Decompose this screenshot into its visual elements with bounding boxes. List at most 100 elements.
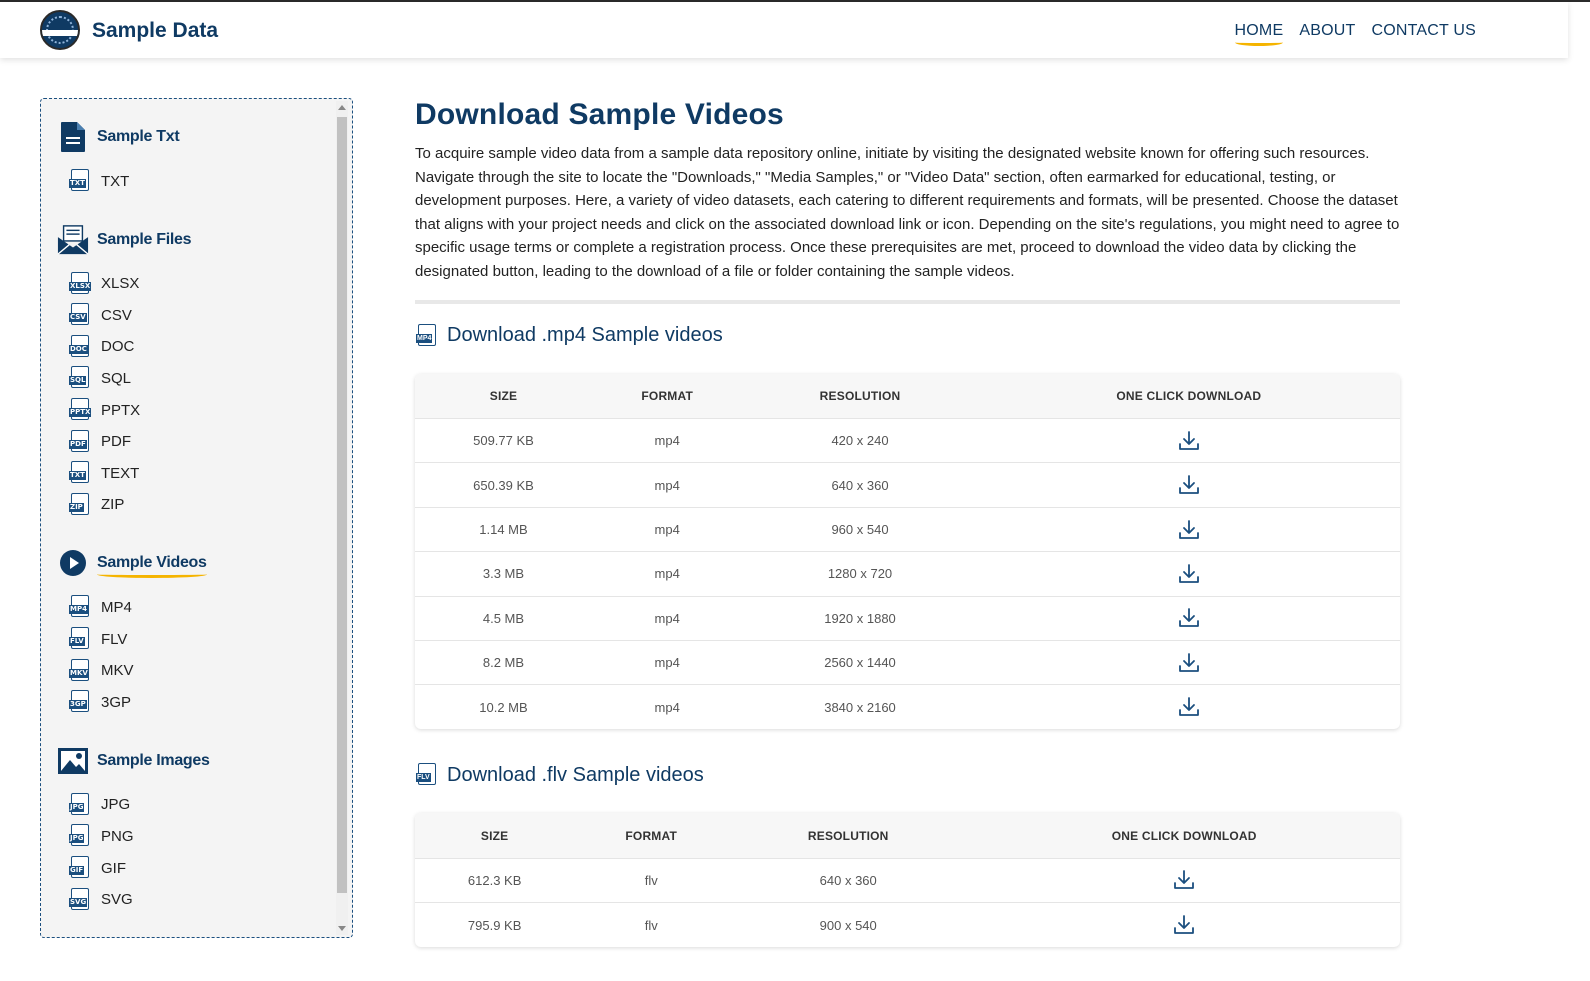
scroll-up-arrow-icon[interactable] [338, 105, 346, 110]
download-cell [968, 902, 1400, 948]
sidebar-item-xlsx[interactable]: XLSX XLSX [69, 271, 139, 296]
table-row: 1.14 MB mp4 960 x 540 [415, 506, 1400, 552]
file-tag: PPTX [69, 408, 92, 417]
section-title: MP4 Download .mp4 Sample videos [415, 323, 1400, 348]
sidebar-item-pptx[interactable]: PPTX PPTX [69, 398, 140, 422]
sidebar-item-mp4[interactable]: MP4 MP4 [69, 595, 132, 619]
table-cell: 4.5 MB [415, 595, 592, 641]
scroll-down-arrow-icon[interactable] [338, 926, 346, 931]
table-cell: mp4 [591, 506, 743, 552]
download-icon[interactable] [1178, 652, 1200, 674]
file-svg-icon: SVG [69, 887, 93, 912]
sidebar-item-flv[interactable]: FLV FLV [69, 627, 127, 651]
download-cell [977, 684, 1400, 730]
download-cell [977, 551, 1400, 597]
download-icon[interactable] [1173, 914, 1195, 936]
column-header: ONE CLICK DOWNLOAD [1116, 388, 1262, 403]
download-icon[interactable] [1178, 430, 1200, 452]
sidebar-group-sample-images[interactable]: Sample Images [57, 745, 210, 777]
file-tag: XLSX [69, 281, 92, 291]
downloads-table: SIZE FORMAT RESOLUTION ONE CLICK DOWNLOAD 50… [415, 373, 1400, 730]
divider [415, 299, 1400, 304]
sidebar-item-txt[interactable]: TXT TXT [69, 169, 129, 193]
table-cell: 8.2 MB [415, 640, 592, 685]
files-envelope-icon [57, 224, 89, 256]
sidebar-item-pdf[interactable]: PDF PDF [69, 429, 131, 454]
file-tag: GIF [69, 866, 85, 875]
sidebar-group-label: Sample Videos [97, 554, 207, 579]
sidebar-group-sample-files[interactable]: Sample Files [57, 224, 192, 256]
nav-contact-us[interactable]: CONTACT US [1371, 22, 1476, 40]
sidebar-item-label: PNG [101, 827, 134, 845]
scrollbar-thumb[interactable] [337, 117, 347, 893]
logo-icon[interactable] [40, 10, 80, 50]
table-cell: flv [574, 857, 729, 903]
sidebar-item-mkv[interactable]: MKV MKV [69, 658, 134, 683]
table-row: 8.2 MB mp4 2560 x 1440 [415, 640, 1400, 685]
sidebar-item-label: MP4 [101, 598, 132, 616]
file-flv-icon: FLV [69, 627, 93, 651]
nav-about[interactable]: ABOUT [1299, 22, 1355, 40]
file-jpg-icon: JPG [69, 792, 93, 817]
sidebar-item-3gp[interactable]: 3GP 3GP [69, 690, 131, 714]
table-row: 509.77 KB mp4 420 x 240 [415, 418, 1400, 463]
sidebar-item-sql[interactable]: SQL SQL [69, 366, 131, 390]
table-cell: mp4 [591, 551, 743, 597]
sidebar-item-doc[interactable]: DOC DOC [69, 334, 135, 359]
sidebar-item-csv[interactable]: CSV CSV [69, 303, 132, 327]
download-cell [977, 640, 1400, 685]
play-icon [57, 547, 89, 579]
file-mp4-icon: MP4 [415, 323, 439, 348]
sidebar-item-label: SVG [101, 891, 133, 909]
sidebar-item-text[interactable]: TXT TEXT [69, 461, 139, 485]
file-pptx-icon: PPTX [69, 398, 93, 422]
download-icon[interactable] [1178, 519, 1200, 541]
brand-name[interactable]: Sample Data [92, 19, 218, 43]
main-content: Download Sample Videos To acquire sample… [415, 98, 1400, 981]
sidebar-group-sample-txt[interactable]: Sample Txt [57, 121, 180, 153]
file-tag: SQL [69, 376, 87, 386]
table-cell: 2560 x 1440 [742, 640, 978, 685]
download-icon[interactable] [1178, 474, 1200, 496]
file-csv-icon: CSV [69, 303, 93, 327]
sidebar-item-label: DOC [101, 338, 135, 356]
download-cell [977, 506, 1400, 552]
table-cell: mp4 [591, 462, 743, 508]
download-cell [977, 595, 1400, 641]
nav-home[interactable]: HOME [1234, 22, 1284, 46]
table-row: 612.3 KB flv 640 x 360 [415, 857, 1400, 903]
sidebar-item-jpg[interactable]: JPG JPG [69, 792, 131, 817]
sidebar-item-label: 3GP [101, 693, 132, 711]
page-title: Download Sample Videos [415, 98, 784, 131]
sidebar-item-gif[interactable]: GIF GIF [69, 856, 126, 880]
sidebar-group-sample-videos[interactable]: Sample Videos [57, 547, 207, 579]
file-tag: MP4 [69, 605, 88, 615]
download-icon[interactable] [1173, 869, 1195, 891]
sidebar-item-svg[interactable]: SVG SVG [69, 887, 133, 912]
sidebar-item-png[interactable]: JPG PNG [69, 824, 134, 848]
download-icon[interactable] [1178, 696, 1200, 718]
file-tag: JPG [69, 834, 85, 844]
download-icon[interactable] [1178, 607, 1200, 629]
section-title: FLV Download .flv Sample videos [415, 763, 1400, 787]
sidebar-scrollbar[interactable] [336, 101, 348, 935]
main-nav: HOME ABOUT CONTACT US [1234, 22, 1476, 46]
sidebar-group-label: Sample Txt [97, 128, 180, 145]
sections: MP4 Download .mp4 Sample videos SIZE FORMAT… [415, 323, 1400, 948]
file-tag: DOC [69, 344, 88, 354]
table-cell: flv [574, 902, 729, 948]
file-3gp-icon: 3GP [69, 690, 93, 714]
file-txt-icon: TXT [69, 169, 93, 193]
file-tag: ZIP [69, 502, 84, 512]
table-cell: 1280 x 720 [742, 551, 978, 597]
table-row: 4.5 MB mp4 1920 x 1880 [415, 595, 1400, 641]
sidebar-item-label: TXT [101, 172, 130, 190]
file-xlsx-icon: XLSX [69, 271, 93, 296]
table-cell: 795.9 KB [415, 902, 575, 948]
section-title-text: Download .mp4 Sample videos [447, 324, 723, 347]
sidebar-item-zip[interactable]: ZIP ZIP [69, 492, 124, 517]
table-cell: mp4 [591, 418, 743, 463]
file-tag: TXT [69, 179, 86, 188]
download-icon[interactable] [1178, 563, 1200, 585]
sidebar-item-label: JPG [101, 796, 131, 814]
